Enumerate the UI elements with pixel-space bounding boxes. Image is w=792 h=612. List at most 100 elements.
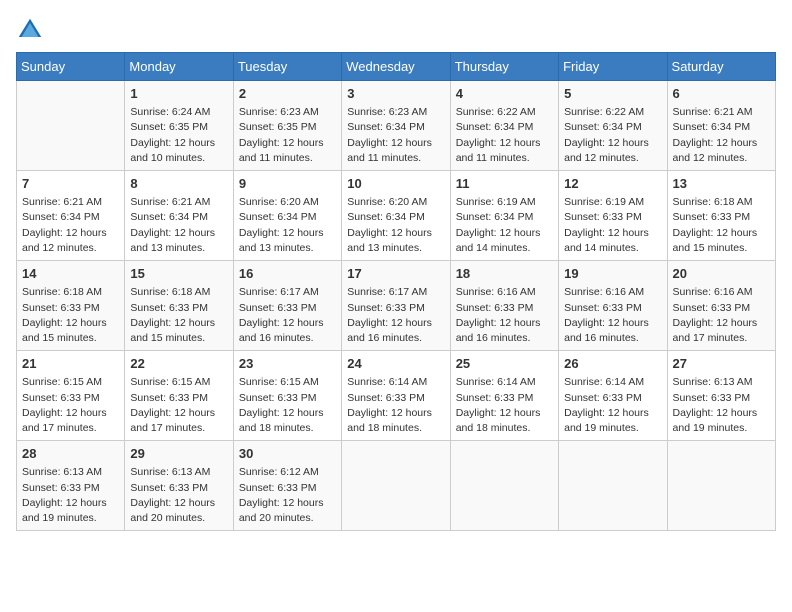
col-header-saturday: Saturday [667, 53, 775, 81]
calendar-cell [450, 441, 558, 531]
day-number: 29 [130, 445, 227, 463]
cell-content: Sunrise: 6:15 AM Sunset: 6:33 PM Dayligh… [239, 375, 336, 436]
calendar-cell: 19 Sunrise: 6:16 AM Sunset: 6:33 PM Dayli… [559, 261, 667, 351]
cell-content: Sunrise: 6:14 AM Sunset: 6:33 PM Dayligh… [456, 375, 553, 436]
cell-content: Sunrise: 6:21 AM Sunset: 6:34 PM Dayligh… [673, 105, 770, 166]
logo-icon [16, 16, 44, 44]
day-number: 19 [564, 265, 661, 283]
day-number: 8 [130, 175, 227, 193]
day-number: 5 [564, 85, 661, 103]
cell-content: Sunrise: 6:24 AM Sunset: 6:35 PM Dayligh… [130, 105, 227, 166]
col-header-wednesday: Wednesday [342, 53, 450, 81]
cell-content: Sunrise: 6:17 AM Sunset: 6:33 PM Dayligh… [347, 285, 444, 346]
week-row-2: 7 Sunrise: 6:21 AM Sunset: 6:34 PM Daylig… [17, 171, 776, 261]
calendar-cell: 3 Sunrise: 6:23 AM Sunset: 6:34 PM Daylig… [342, 81, 450, 171]
calendar-cell: 15 Sunrise: 6:18 AM Sunset: 6:33 PM Dayli… [125, 261, 233, 351]
cell-content: Sunrise: 6:21 AM Sunset: 6:34 PM Dayligh… [130, 195, 227, 256]
cell-content: Sunrise: 6:19 AM Sunset: 6:33 PM Dayligh… [564, 195, 661, 256]
calendar-cell: 29 Sunrise: 6:13 AM Sunset: 6:33 PM Dayli… [125, 441, 233, 531]
calendar-cell [17, 81, 125, 171]
week-row-5: 28 Sunrise: 6:13 AM Sunset: 6:33 PM Dayli… [17, 441, 776, 531]
week-row-1: 1 Sunrise: 6:24 AM Sunset: 6:35 PM Daylig… [17, 81, 776, 171]
day-number: 27 [673, 355, 770, 373]
day-number: 15 [130, 265, 227, 283]
calendar-cell [559, 441, 667, 531]
calendar-cell: 21 Sunrise: 6:15 AM Sunset: 6:33 PM Dayli… [17, 351, 125, 441]
col-header-thursday: Thursday [450, 53, 558, 81]
day-number: 11 [456, 175, 553, 193]
cell-content: Sunrise: 6:15 AM Sunset: 6:33 PM Dayligh… [22, 375, 119, 436]
day-number: 7 [22, 175, 119, 193]
calendar-cell [667, 441, 775, 531]
cell-content: Sunrise: 6:14 AM Sunset: 6:33 PM Dayligh… [564, 375, 661, 436]
day-number: 2 [239, 85, 336, 103]
day-number: 30 [239, 445, 336, 463]
week-row-3: 14 Sunrise: 6:18 AM Sunset: 6:33 PM Dayli… [17, 261, 776, 351]
calendar-cell: 30 Sunrise: 6:12 AM Sunset: 6:33 PM Dayli… [233, 441, 341, 531]
cell-content: Sunrise: 6:23 AM Sunset: 6:34 PM Dayligh… [347, 105, 444, 166]
day-number: 6 [673, 85, 770, 103]
col-header-sunday: Sunday [17, 53, 125, 81]
cell-content: Sunrise: 6:16 AM Sunset: 6:33 PM Dayligh… [456, 285, 553, 346]
day-number: 20 [673, 265, 770, 283]
calendar-cell: 16 Sunrise: 6:17 AM Sunset: 6:33 PM Dayli… [233, 261, 341, 351]
calendar-cell: 5 Sunrise: 6:22 AM Sunset: 6:34 PM Daylig… [559, 81, 667, 171]
calendar-cell: 28 Sunrise: 6:13 AM Sunset: 6:33 PM Dayli… [17, 441, 125, 531]
cell-content: Sunrise: 6:13 AM Sunset: 6:33 PM Dayligh… [130, 465, 227, 526]
day-number: 21 [22, 355, 119, 373]
calendar-cell: 8 Sunrise: 6:21 AM Sunset: 6:34 PM Daylig… [125, 171, 233, 261]
calendar-cell: 7Sunrise: 6:21 AM Sunset: 6:34 PM Daylig… [17, 171, 125, 261]
cell-content: Sunrise: 6:22 AM Sunset: 6:34 PM Dayligh… [564, 105, 661, 166]
col-header-tuesday: Tuesday [233, 53, 341, 81]
day-number: 4 [456, 85, 553, 103]
cell-content: Sunrise: 6:23 AM Sunset: 6:35 PM Dayligh… [239, 105, 336, 166]
day-number: 16 [239, 265, 336, 283]
calendar-header-row: SundayMondayTuesdayWednesdayThursdayFrid… [17, 53, 776, 81]
cell-content: Sunrise: 6:16 AM Sunset: 6:33 PM Dayligh… [564, 285, 661, 346]
day-number: 10 [347, 175, 444, 193]
calendar-table: SundayMondayTuesdayWednesdayThursdayFrid… [16, 52, 776, 531]
cell-content: Sunrise: 6:17 AM Sunset: 6:33 PM Dayligh… [239, 285, 336, 346]
day-number: 14 [22, 265, 119, 283]
day-number: 23 [239, 355, 336, 373]
cell-content: Sunrise: 6:19 AM Sunset: 6:34 PM Dayligh… [456, 195, 553, 256]
day-number: 12 [564, 175, 661, 193]
day-number: 3 [347, 85, 444, 103]
calendar-cell: 20 Sunrise: 6:16 AM Sunset: 6:33 PM Dayli… [667, 261, 775, 351]
day-number: 24 [347, 355, 444, 373]
day-number: 26 [564, 355, 661, 373]
day-number: 22 [130, 355, 227, 373]
cell-content: Sunrise: 6:15 AM Sunset: 6:33 PM Dayligh… [130, 375, 227, 436]
calendar-cell: 18 Sunrise: 6:16 AM Sunset: 6:33 PM Dayli… [450, 261, 558, 351]
page-header [16, 16, 776, 44]
day-number: 28 [22, 445, 119, 463]
logo [16, 16, 48, 44]
cell-content: Sunrise: 6:18 AM Sunset: 6:33 PM Dayligh… [130, 285, 227, 346]
calendar-cell: 27Sunrise: 6:13 AM Sunset: 6:33 PM Dayli… [667, 351, 775, 441]
calendar-cell: 17 Sunrise: 6:17 AM Sunset: 6:33 PM Dayli… [342, 261, 450, 351]
calendar-cell: 4Sunrise: 6:22 AM Sunset: 6:34 PM Daylig… [450, 81, 558, 171]
cell-content: Sunrise: 6:13 AM Sunset: 6:33 PM Dayligh… [22, 465, 119, 526]
day-number: 9 [239, 175, 336, 193]
week-row-4: 21 Sunrise: 6:15 AM Sunset: 6:33 PM Dayli… [17, 351, 776, 441]
calendar-cell: 26 Sunrise: 6:14 AM Sunset: 6:33 PM Dayli… [559, 351, 667, 441]
calendar-cell: 11 Sunrise: 6:19 AM Sunset: 6:34 PM Dayli… [450, 171, 558, 261]
cell-content: Sunrise: 6:12 AM Sunset: 6:33 PM Dayligh… [239, 465, 336, 526]
calendar-cell [342, 441, 450, 531]
day-number: 17 [347, 265, 444, 283]
calendar-cell: 14 Sunrise: 6:18 AM Sunset: 6:33 PM Dayli… [17, 261, 125, 351]
calendar-cell: 6 Sunrise: 6:21 AM Sunset: 6:34 PM Daylig… [667, 81, 775, 171]
day-number: 1 [130, 85, 227, 103]
day-number: 25 [456, 355, 553, 373]
calendar-cell: 13 Sunrise: 6:18 AM Sunset: 6:33 PM Dayli… [667, 171, 775, 261]
cell-content: Sunrise: 6:18 AM Sunset: 6:33 PM Dayligh… [22, 285, 119, 346]
calendar-cell: 2 Sunrise: 6:23 AM Sunset: 6:35 PM Daylig… [233, 81, 341, 171]
day-number: 13 [673, 175, 770, 193]
cell-content: Sunrise: 6:14 AM Sunset: 6:33 PM Dayligh… [347, 375, 444, 436]
calendar-cell: 25 Sunrise: 6:14 AM Sunset: 6:33 PM Dayli… [450, 351, 558, 441]
calendar-cell: 24 Sunrise: 6:14 AM Sunset: 6:33 PM Dayli… [342, 351, 450, 441]
cell-content: Sunrise: 6:16 AM Sunset: 6:33 PM Dayligh… [673, 285, 770, 346]
calendar-cell: 12 Sunrise: 6:19 AM Sunset: 6:33 PM Dayli… [559, 171, 667, 261]
cell-content: Sunrise: 6:18 AM Sunset: 6:33 PM Dayligh… [673, 195, 770, 256]
day-number: 18 [456, 265, 553, 283]
